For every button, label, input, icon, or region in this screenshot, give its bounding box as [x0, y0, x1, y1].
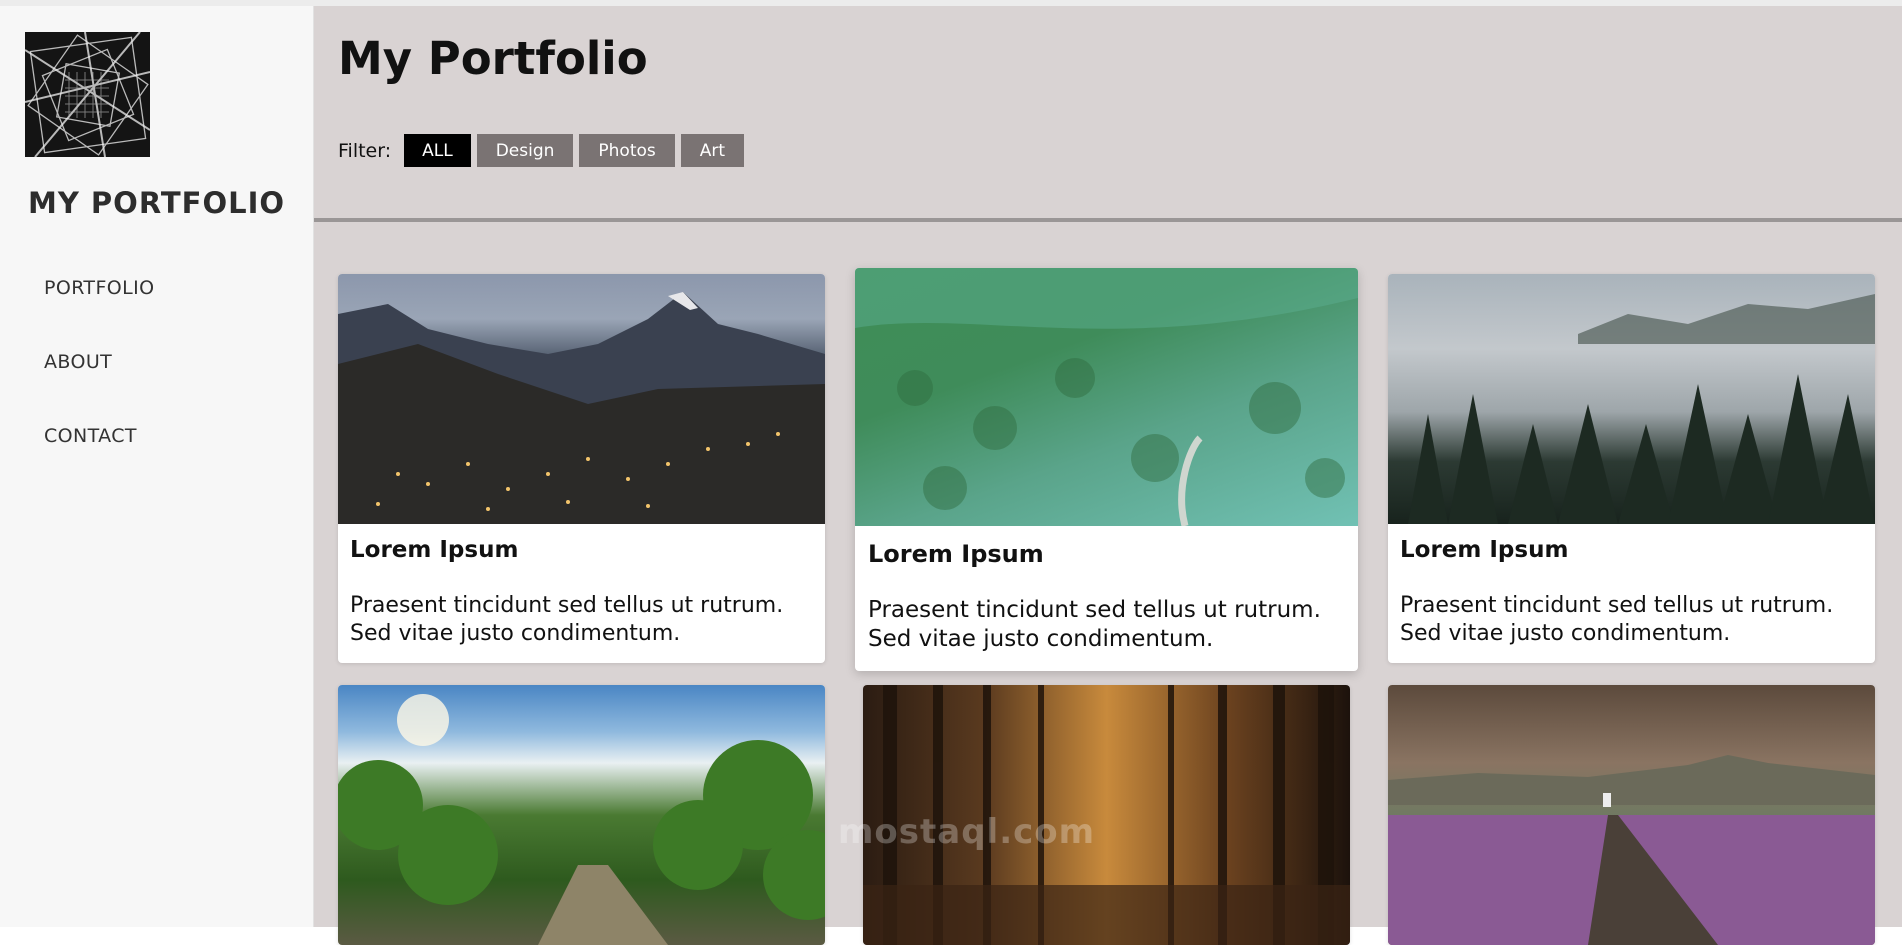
portfolio-card[interactable] [338, 685, 825, 945]
portfolio-card[interactable]: Lorem Ipsum Praesent tincidunt sed tellu… [855, 268, 1358, 671]
card-description: Praesent tincidunt sed tellus ut rutrum.… [1400, 593, 1834, 646]
card-image-mountain-village [338, 274, 825, 524]
filter-bar: Filter: ALL Design Photos Art [338, 134, 750, 167]
card-image-green-forest-road [855, 268, 1358, 527]
jungle-path-graphic [338, 694, 825, 945]
page-title: My Portfolio [338, 32, 648, 85]
filter-label: Filter: [338, 139, 392, 162]
main-content: My Portfolio Filter: ALL Design Photos A… [314, 6, 1902, 945]
lavender-road-graphic [1388, 755, 1875, 945]
card-description: Praesent tincidunt sed tellus ut rutrum.… [868, 597, 1321, 652]
header-divider [314, 218, 1902, 222]
logo-image [25, 32, 150, 157]
card-title: Lorem Ipsum [1400, 537, 1569, 563]
filter-button-design[interactable]: Design [476, 134, 574, 167]
nav-item-portfolio[interactable]: PORTFOLIO [44, 277, 154, 299]
card-description: Praesent tincidunt sed tellus ut rutrum.… [350, 593, 784, 646]
filter-button-art[interactable]: Art [680, 134, 745, 167]
card-title: Lorem Ipsum [868, 540, 1044, 568]
card-title: Lorem Ipsum [350, 537, 519, 563]
nav-item-contact[interactable]: CONTACT [44, 425, 137, 447]
filter-button-all[interactable]: ALL [404, 134, 471, 167]
portfolio-card[interactable] [1388, 685, 1875, 945]
foggy-pines-graphic [1408, 294, 1875, 524]
forest-road-graphic [855, 268, 1358, 527]
portfolio-card[interactable]: Lorem Ipsum Praesent tincidunt sed tellu… [1388, 274, 1875, 663]
card-image-jungle-path [338, 685, 825, 945]
mountain-village-graphic [338, 292, 825, 524]
sidebar: MY PORTFOLIO PORTFOLIO ABOUT CONTACT [0, 6, 314, 927]
card-image-lavender-road [1388, 685, 1875, 945]
portfolio-card[interactable]: Lorem Ipsum Praesent tincidunt sed tellu… [338, 274, 825, 663]
logo-graphic [25, 32, 150, 157]
filter-button-photos[interactable]: Photos [579, 134, 675, 167]
portfolio-card[interactable] [863, 685, 1350, 945]
nav-item-about[interactable]: ABOUT [44, 351, 112, 373]
autumn-forest-graphic [863, 685, 1350, 945]
brand-title: MY PORTFOLIO [27, 186, 286, 220]
card-image-autumn-forest [863, 685, 1350, 945]
card-image-foggy-pines [1388, 274, 1875, 524]
